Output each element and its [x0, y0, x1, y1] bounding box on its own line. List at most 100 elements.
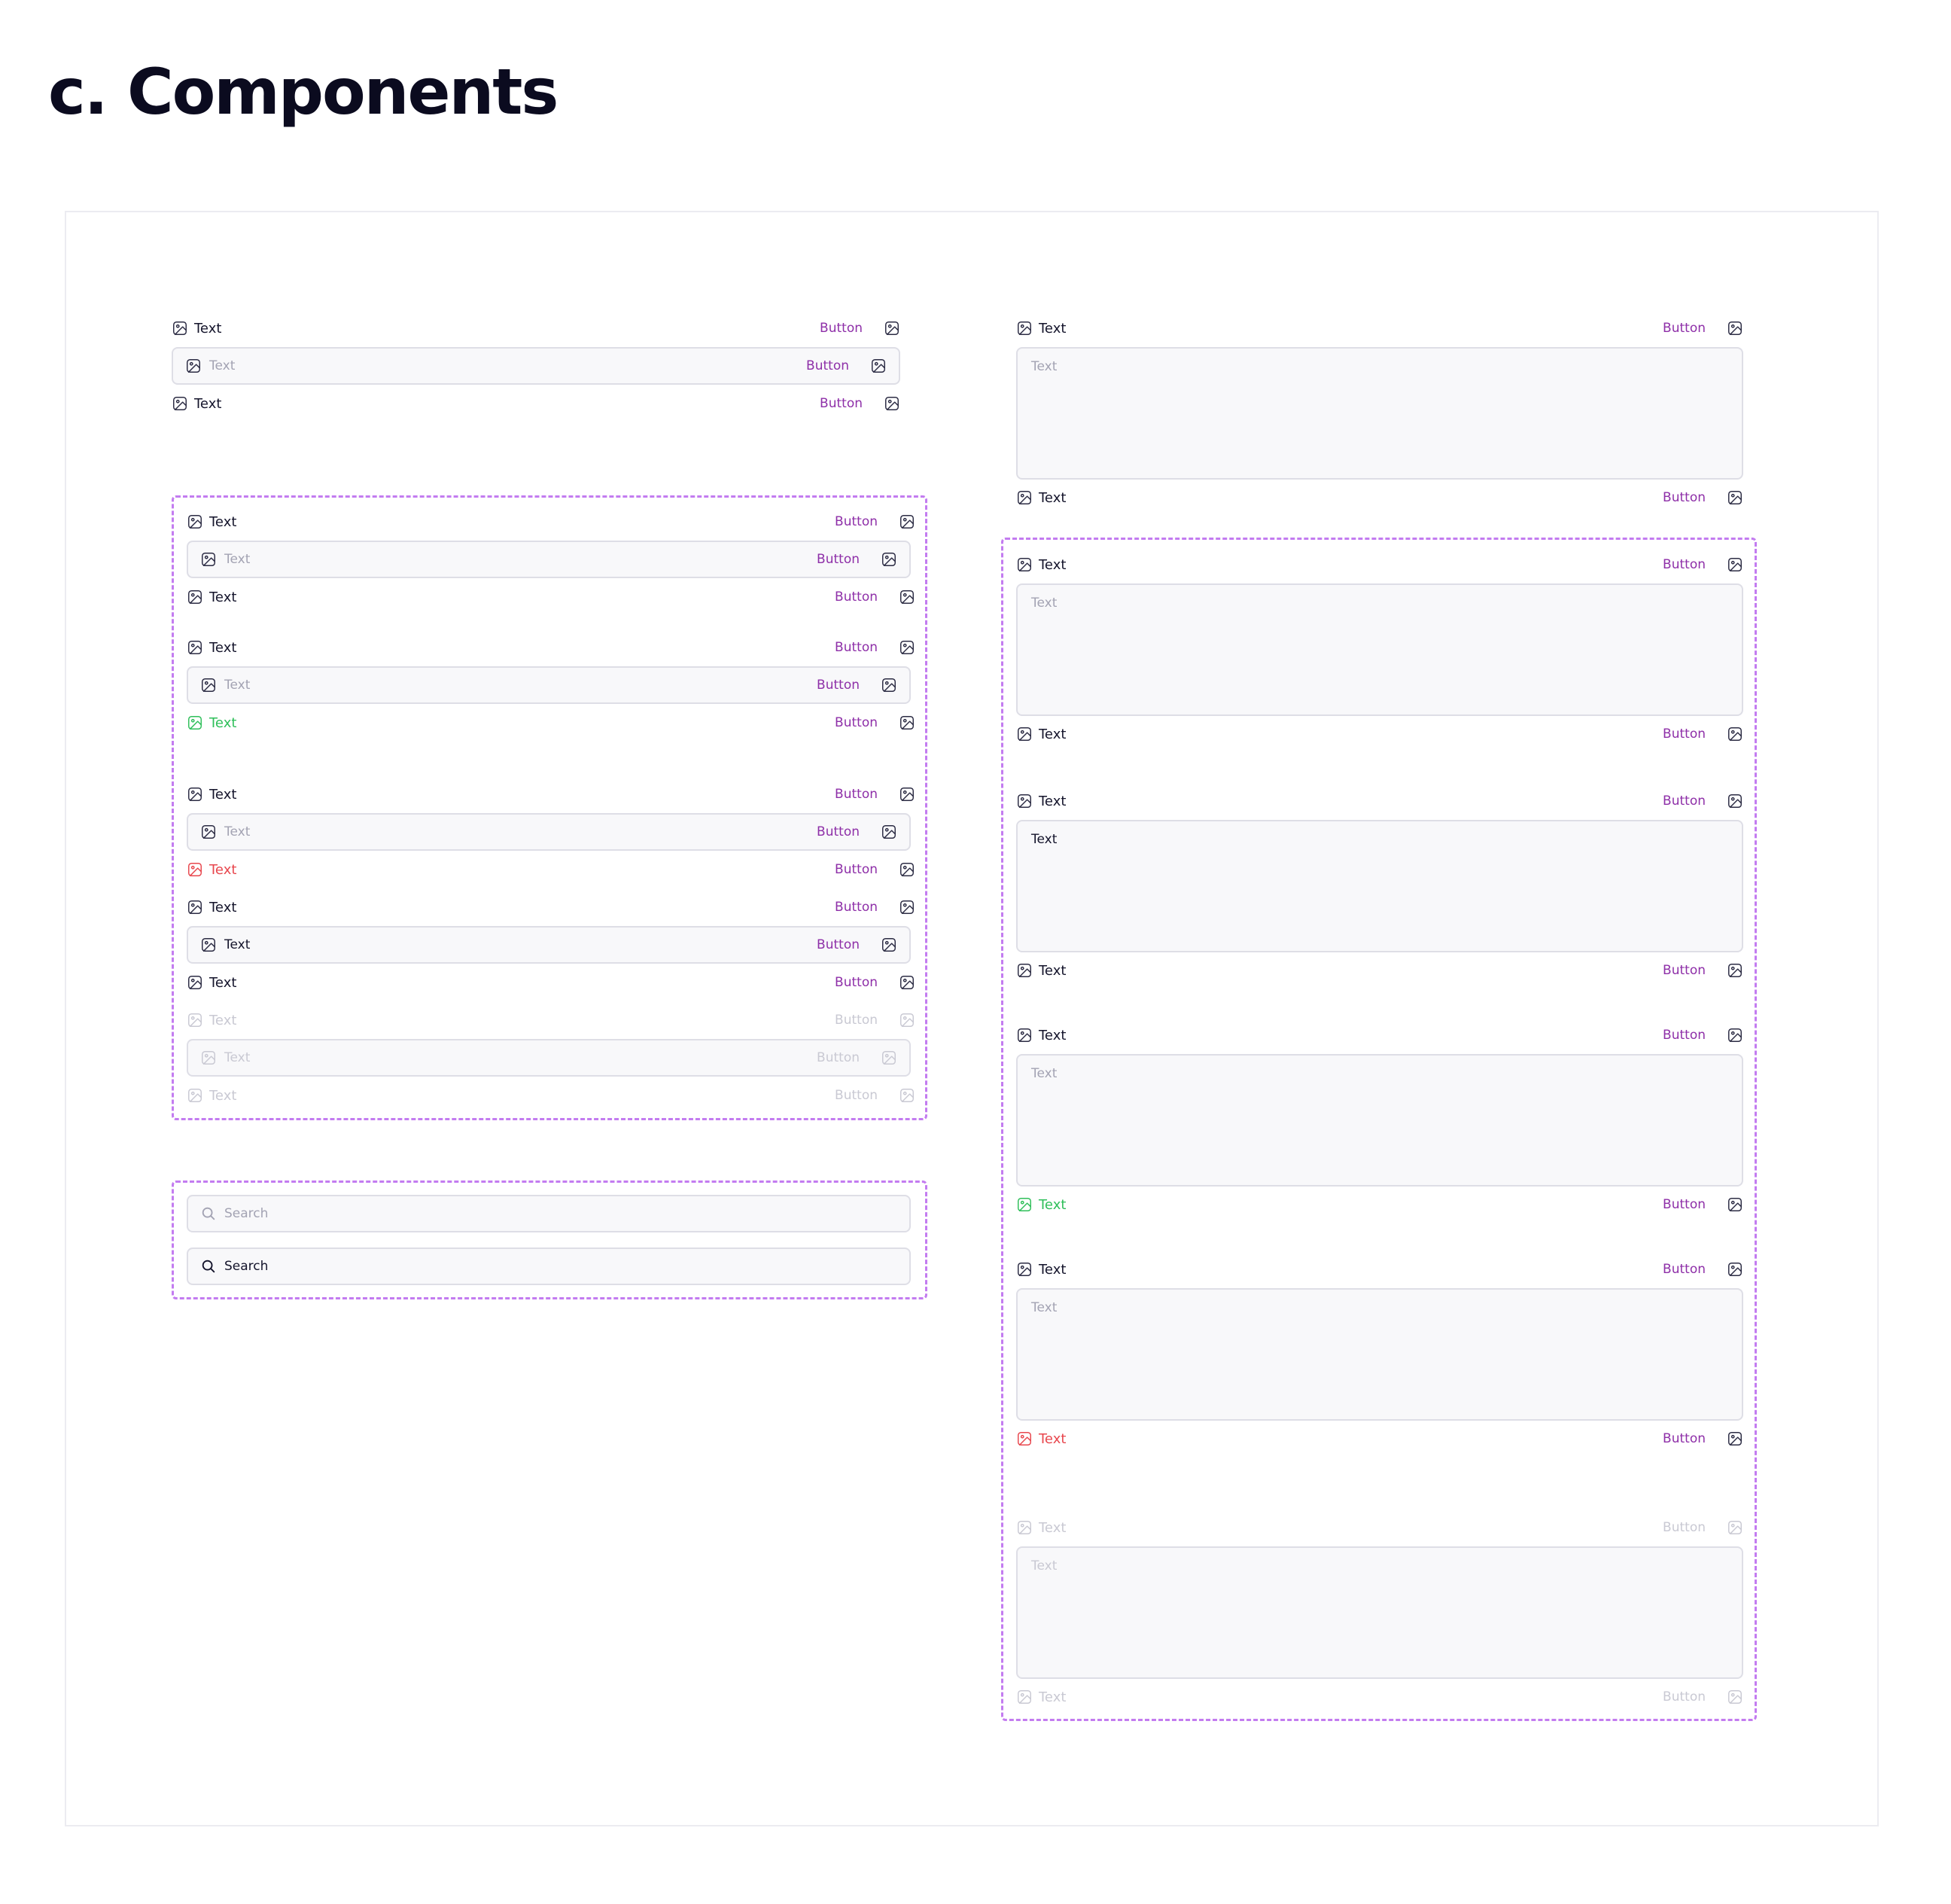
image-icon[interactable]	[899, 513, 915, 530]
input-button[interactable]: Button	[817, 824, 860, 839]
image-icon	[172, 320, 188, 337]
image-icon[interactable]	[1727, 556, 1743, 573]
image-icon[interactable]	[1727, 1261, 1743, 1278]
label-button: Button	[1663, 1689, 1706, 1704]
image-icon	[187, 639, 203, 656]
image-icon[interactable]	[1727, 726, 1743, 742]
search-input-filled[interactable]: Search	[187, 1248, 911, 1285]
input-top-label: Text Button	[187, 779, 915, 809]
input-placeholder: Text	[224, 824, 251, 839]
label-text: Text	[209, 513, 237, 530]
image-icon[interactable]	[1727, 1430, 1743, 1447]
label-text: Text	[1039, 320, 1067, 337]
image-icon	[1016, 1027, 1033, 1043]
page-title: c. Components	[48, 55, 559, 129]
image-icon[interactable]	[881, 551, 897, 568]
image-icon[interactable]	[884, 395, 900, 412]
textarea[interactable]: Text	[1016, 1054, 1743, 1187]
label-button[interactable]: Button	[835, 589, 878, 605]
image-icon[interactable]	[870, 358, 887, 374]
image-icon[interactable]	[899, 639, 915, 656]
textarea[interactable]: Text	[1016, 583, 1743, 716]
image-icon[interactable]	[1727, 1196, 1743, 1213]
input-placeholder: Text	[224, 552, 251, 567]
image-icon	[200, 824, 217, 840]
image-icon	[899, 1012, 915, 1028]
label-button: Button	[835, 1013, 878, 1028]
label-button[interactable]: Button	[1663, 963, 1706, 978]
image-icon[interactable]	[1727, 793, 1743, 809]
textarea-filled[interactable]: Text	[1016, 820, 1743, 952]
label-button[interactable]: Button	[835, 900, 878, 915]
label-text: Text	[209, 899, 237, 915]
textarea-bottom-label: Text Button	[1016, 955, 1743, 986]
label-button[interactable]: Button	[835, 862, 878, 877]
image-icon	[1016, 1430, 1033, 1447]
image-icon[interactable]	[1727, 1027, 1743, 1043]
input-button[interactable]: Button	[817, 678, 860, 693]
image-icon[interactable]	[1727, 320, 1743, 337]
label-button[interactable]: Button	[835, 787, 878, 802]
label-button[interactable]: Button	[1663, 1431, 1706, 1446]
image-icon[interactable]	[1727, 489, 1743, 506]
image-icon	[1016, 793, 1033, 809]
image-icon	[1016, 962, 1033, 979]
image-icon	[187, 974, 203, 991]
image-icon	[200, 551, 217, 568]
input-success-message: Text Button	[187, 708, 915, 738]
textarea-placeholder: Text	[1031, 1066, 1058, 1081]
text-input[interactable]: Text Button	[172, 347, 900, 385]
image-icon[interactable]	[899, 899, 915, 915]
label-button[interactable]: Button	[1663, 321, 1706, 336]
image-icon	[899, 1087, 915, 1104]
image-icon[interactable]	[899, 974, 915, 991]
label-button[interactable]: Button	[835, 975, 878, 990]
input-top-label: Text Button	[187, 632, 915, 663]
textarea-top-label: Text Button	[1016, 1513, 1743, 1543]
input-button[interactable]: Button	[817, 937, 860, 952]
label-button[interactable]: Button	[835, 640, 878, 655]
input-button[interactable]: Button	[806, 358, 849, 373]
input-top-label: Text Button	[187, 507, 915, 537]
input-button[interactable]: Button	[817, 552, 860, 567]
image-icon[interactable]	[881, 677, 897, 693]
label-button[interactable]: Button	[835, 715, 878, 730]
textarea[interactable]: Text	[1016, 347, 1743, 480]
label-button[interactable]: Button	[1663, 1197, 1706, 1212]
image-icon[interactable]	[881, 937, 897, 953]
textarea-placeholder: Text	[1031, 596, 1058, 611]
image-icon[interactable]	[899, 861, 915, 878]
input-top-label: Text Button	[172, 313, 900, 343]
textarea-placeholder: Text	[1031, 1558, 1058, 1573]
input-bottom-label: Text Button	[187, 967, 915, 998]
text-input[interactable]: Text Button	[187, 541, 911, 578]
image-icon[interactable]	[1727, 962, 1743, 979]
label-button: Button	[835, 1088, 878, 1103]
input-bottom-label: Text Button	[187, 1080, 915, 1110]
image-icon[interactable]	[884, 320, 900, 337]
label-button[interactable]: Button	[1663, 557, 1706, 572]
label-button[interactable]: Button	[1663, 794, 1706, 809]
image-icon	[187, 861, 203, 878]
label-button[interactable]: Button	[1663, 1028, 1706, 1043]
image-icon[interactable]	[881, 824, 897, 840]
image-icon[interactable]	[899, 589, 915, 605]
image-icon[interactable]	[899, 786, 915, 803]
label-button[interactable]: Button	[820, 396, 863, 411]
label-button[interactable]: Button	[1663, 727, 1706, 742]
text-input-disabled: Text Button	[187, 1039, 911, 1077]
search-input[interactable]: Search	[187, 1195, 911, 1232]
textarea[interactable]: Text	[1016, 1288, 1743, 1421]
label-button[interactable]: Button	[820, 321, 863, 336]
label-button[interactable]: Button	[835, 514, 878, 529]
textarea-top-label: Text Button	[1016, 1254, 1743, 1284]
text-input-filled[interactable]: Text Button	[187, 926, 911, 964]
label-button[interactable]: Button	[1663, 1262, 1706, 1277]
image-icon	[200, 1049, 217, 1066]
text-input[interactable]: Text Button	[187, 813, 911, 851]
textarea-success-message: Text Button	[1016, 1190, 1743, 1220]
image-icon[interactable]	[899, 714, 915, 731]
text-input[interactable]: Text Button	[187, 666, 911, 704]
search-value: Search	[224, 1259, 269, 1274]
label-button[interactable]: Button	[1663, 490, 1706, 505]
